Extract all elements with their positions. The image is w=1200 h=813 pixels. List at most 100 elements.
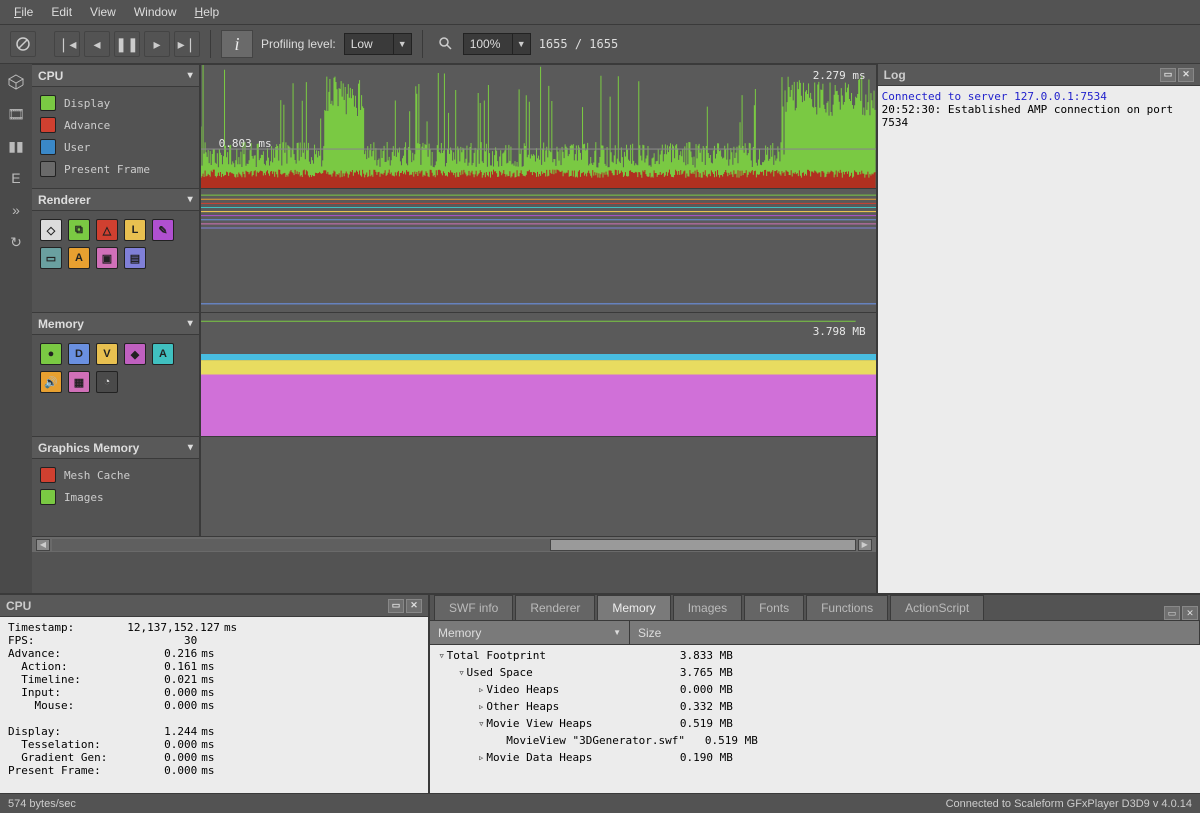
movie-icon[interactable]: 🎞: [6, 104, 26, 124]
category-icon[interactable]: D: [68, 343, 90, 365]
log-body[interactable]: Connected to server 127.0.0.1:753420:52:…: [878, 86, 1200, 593]
column-size[interactable]: Size: [630, 621, 1200, 644]
timeline-scrollbar[interactable]: ◀ ▶: [32, 536, 876, 552]
expand-icon[interactable]: »: [6, 200, 26, 220]
cpu-detail-body[interactable]: Timestamp: 12,137,152.127msFPS: 30Advanc…: [0, 617, 428, 793]
memory-graph[interactable]: 3.798 MB: [201, 313, 876, 436]
magnify-icon[interactable]: [433, 31, 459, 57]
category-icon[interactable]: ▣: [96, 247, 118, 269]
column-memory[interactable]: Memory▼: [430, 621, 630, 644]
legend-item[interactable]: Images: [40, 489, 191, 505]
legend-item[interactable]: Mesh Cache: [40, 467, 191, 483]
refresh-icon[interactable]: ↻: [6, 232, 26, 252]
minimize-icon[interactable]: ▭: [388, 599, 404, 613]
layers-icon[interactable]: ▮▮: [6, 136, 26, 156]
cpu-detail-header[interactable]: CPU ▭ ✕: [0, 595, 428, 617]
menu-file[interactable]: File: [6, 2, 41, 22]
cpu-panel-header[interactable]: CPU▾: [32, 65, 199, 87]
category-icon[interactable]: 🔊: [40, 371, 62, 393]
category-icon[interactable]: ◆: [124, 343, 146, 365]
renderer-panel-header[interactable]: Renderer▾: [32, 189, 199, 211]
close-icon[interactable]: ✕: [1178, 68, 1194, 82]
memory-row: Memory▾ ● DV ◆ A 🔊 ▦ ◔ 3.798 MB: [32, 312, 876, 436]
log-title: Log: [884, 68, 906, 82]
renderer-panel: Renderer▾ ◇ ⧉ △ L ✎ ▭ A ▣ ▤: [32, 189, 201, 312]
category-icon[interactable]: V: [96, 343, 118, 365]
menu-window[interactable]: Window: [126, 2, 185, 22]
category-icon[interactable]: L: [124, 219, 146, 241]
tree-row[interactable]: ▿Used Space 3.765 MB: [430, 664, 1200, 681]
category-icon[interactable]: ✎: [152, 219, 174, 241]
tree-row[interactable]: ▹Movie Data Heaps 0.190 MB: [430, 749, 1200, 766]
first-frame-button[interactable]: ❘◂: [54, 31, 80, 57]
tab-swf-info[interactable]: SWF info: [434, 595, 513, 620]
legend-item[interactable]: User: [40, 139, 191, 155]
tab-memory[interactable]: Memory: [597, 595, 670, 620]
category-icon[interactable]: ▦: [68, 371, 90, 393]
close-icon[interactable]: ✕: [406, 599, 422, 613]
log-line: 20:52:30: Established AMP connection on …: [882, 103, 1196, 129]
cpu-title: CPU: [38, 69, 63, 83]
scroll-track[interactable]: [52, 539, 856, 551]
scroll-thumb[interactable]: [550, 539, 855, 551]
legend-item[interactable]: Display: [40, 95, 191, 111]
memory-tree[interactable]: ▿Total Footprint 3.833 MB ▿Used Space 3.…: [430, 645, 1200, 793]
stat-row: Input: 0.000ms: [8, 686, 420, 699]
category-icon[interactable]: ⧉: [68, 219, 90, 241]
scroll-right-arrow[interactable]: ▶: [858, 539, 872, 551]
category-icon[interactable]: △: [96, 219, 118, 241]
gmem-graph[interactable]: [201, 437, 876, 536]
next-frame-button[interactable]: ▸: [144, 31, 170, 57]
cube-icon[interactable]: [6, 72, 26, 92]
chart-icon[interactable]: E: [6, 168, 26, 188]
cpu-panel: CPU▾ Display Advance User Present Frame: [32, 65, 201, 188]
minimize-icon[interactable]: ▭: [1164, 606, 1180, 620]
zoom-combo[interactable]: 100% ▼: [463, 33, 531, 55]
swatch: [40, 139, 56, 155]
tree-row[interactable]: ▹Video Heaps 0.000 MB: [430, 681, 1200, 698]
category-icon[interactable]: A: [152, 343, 174, 365]
menu-edit[interactable]: Edit: [43, 2, 80, 22]
category-icon[interactable]: ◇: [40, 219, 62, 241]
category-icon[interactable]: ●: [40, 343, 62, 365]
tree-row[interactable]: ▿Movie View Heaps 0.519 MB: [430, 715, 1200, 732]
menu-view[interactable]: View: [82, 2, 124, 22]
profiling-level-combo[interactable]: Low ▼: [344, 33, 412, 55]
tab-fonts[interactable]: Fonts: [744, 595, 804, 620]
pause-button[interactable]: ❚❚: [114, 31, 140, 57]
scroll-left-arrow[interactable]: ◀: [36, 539, 50, 551]
info-icon[interactable]: i: [221, 30, 253, 58]
tab-images[interactable]: Images: [673, 595, 742, 620]
gmem-panel-header[interactable]: Graphics Memory▾: [32, 437, 199, 459]
category-icon[interactable]: ◔: [96, 371, 118, 393]
close-icon[interactable]: ✕: [1182, 606, 1198, 620]
renderer-graph[interactable]: [201, 189, 876, 312]
memory-panel-header[interactable]: Memory▾: [32, 313, 199, 335]
left-strip: 🎞 ▮▮ E » ↻: [0, 64, 32, 593]
tree-row[interactable]: ▿Total Footprint 3.833 MB: [430, 647, 1200, 664]
status-right: Connected to Scaleform GFxPlayer D3D9 v …: [946, 798, 1192, 810]
category-icon[interactable]: ▭: [40, 247, 62, 269]
tab-functions[interactable]: Functions: [806, 595, 888, 620]
tree-row[interactable]: MovieView "3DGenerator.swf" 0.519 MB: [430, 732, 1200, 749]
menu-help[interactable]: Help: [187, 2, 228, 22]
stat-row: Tesselation: 0.000ms: [8, 738, 420, 751]
stop-button[interactable]: [10, 31, 36, 57]
log-panel: Log ▭ ✕ Connected to server 127.0.0.1:75…: [876, 64, 1200, 593]
category-icon[interactable]: A: [68, 247, 90, 269]
cpu-detail-title: CPU: [6, 599, 31, 613]
stat-row: Gradient Gen: 0.000ms: [8, 751, 420, 764]
status-left: 574 bytes/sec: [8, 798, 76, 810]
tab-renderer[interactable]: Renderer: [515, 595, 595, 620]
legend-item[interactable]: Present Frame: [40, 161, 191, 177]
tree-row[interactable]: ▹Other Heaps 0.332 MB: [430, 698, 1200, 715]
legend-item[interactable]: Advance: [40, 117, 191, 133]
prev-frame-button[interactable]: ◂: [84, 31, 110, 57]
chevron-down-icon: ▼: [512, 34, 530, 54]
category-icon[interactable]: ▤: [124, 247, 146, 269]
cpu-graph[interactable]: 2.279 ms 0.803 ms: [201, 65, 876, 188]
minimize-icon[interactable]: ▭: [1160, 68, 1176, 82]
last-frame-button[interactable]: ▸❘: [174, 31, 200, 57]
log-header[interactable]: Log ▭ ✕: [878, 64, 1200, 86]
tab-actionscript[interactable]: ActionScript: [890, 595, 984, 620]
